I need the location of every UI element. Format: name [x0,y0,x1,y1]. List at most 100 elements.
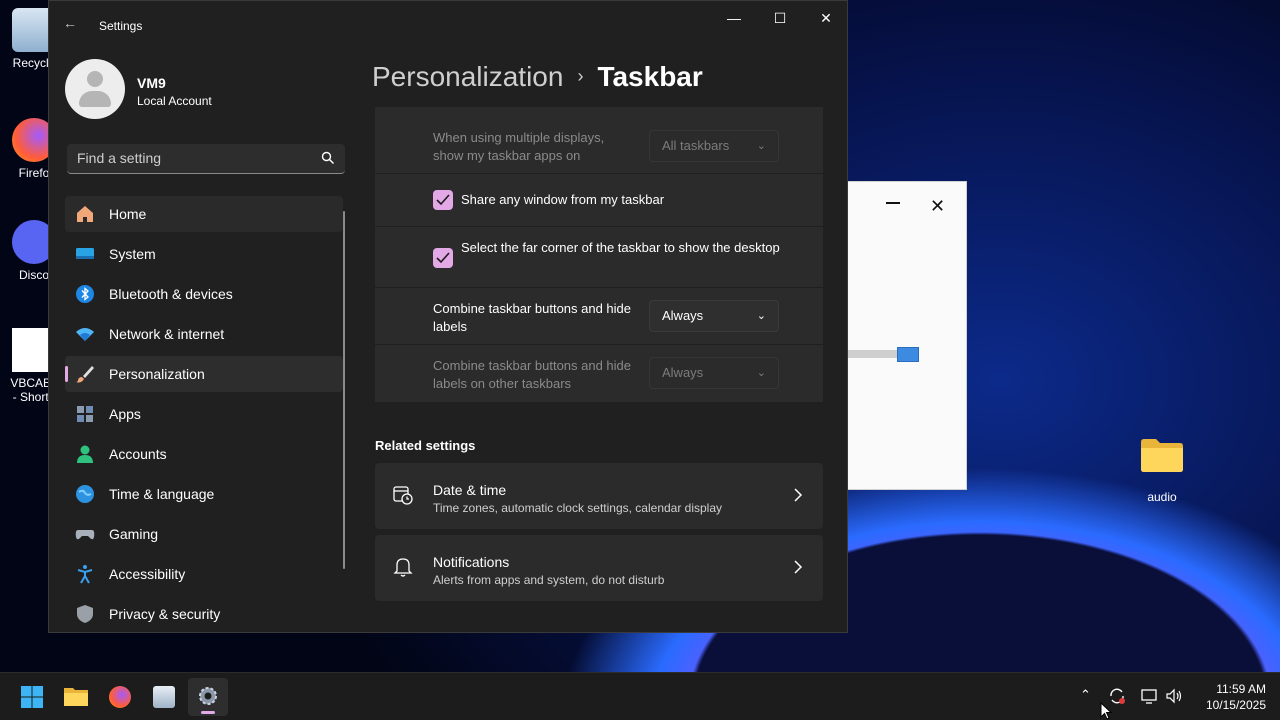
chevron-up-icon[interactable]: ⌃ [1080,687,1091,703]
multiple-displays-dropdown[interactable]: All taskbars ⌄ [649,130,779,162]
taskbar-behaviors-panel: When using multiple displays, show my ta… [375,107,823,402]
taskbar: ⌃ 11:59 AM 10/15/2025 [0,672,1280,720]
profile-name: VM9 [137,75,166,91]
sidebar-item-label: System [109,246,156,262]
breadcrumb: Personalization › Taskbar [372,61,703,93]
accessibility-icon [77,565,93,584]
sidebar-item-personalization[interactable]: Personalization [65,356,343,392]
card-title: Notifications [433,554,510,570]
close-button[interactable]: ✕ [803,7,849,29]
related-settings-heading: Related settings [375,438,476,453]
related-card-date-time[interactable]: Date & time Time zones, automatic clock … [375,463,823,529]
folder-label: audio [1147,490,1177,504]
sidebar-item-label: Apps [109,406,141,422]
card-subtitle: Alerts from apps and system, do not dist… [433,573,665,587]
breadcrumb-parent[interactable]: Personalization [372,61,563,92]
selection-indicator [65,366,68,382]
search-box[interactable] [67,144,345,174]
firefox-icon [109,686,131,708]
sidebar-item-accessibility[interactable]: Accessibility [65,556,343,592]
far-corner-checkbox[interactable] [433,248,453,268]
taskbar-firefox[interactable] [100,678,140,716]
sidebar-item-label: Accounts [109,446,167,462]
sidebar-item-label: Gaming [109,526,159,542]
accounts-icon [77,445,93,463]
system-icon [76,248,94,259]
gamepad-icon [75,530,95,540]
globe-icon [76,485,94,503]
sidebar-item-apps[interactable]: Apps [65,396,343,432]
minimize-button[interactable]: — [711,7,757,29]
dropdown-value: Always [662,365,704,380]
windows-logo-icon [21,686,43,708]
checkmark-icon [436,194,450,206]
sidebar-item-home[interactable]: Home [65,196,343,232]
sidebar-nav: Home System Bluetooth & devices Network … [65,196,343,636]
profile-type: Local Account [137,94,212,108]
combine-buttons-dropdown[interactable]: Always ⌄ [649,300,779,332]
close-icon[interactable]: ✕ [930,196,945,217]
sidebar-item-label: Personalization [109,366,205,382]
sidebar-item-label: Accessibility [109,566,186,582]
avatar[interactable] [65,59,125,119]
maximize-button[interactable]: ☐ [757,7,803,29]
combine-other-dropdown[interactable]: Always ⌄ [649,357,779,389]
breadcrumb-chevron-icon: › [577,66,584,86]
chevron-right-icon [794,488,803,502]
sidebar-item-label: Bluetooth & devices [109,286,233,302]
checkmark-icon [436,252,450,264]
search-input[interactable] [67,144,307,172]
clock[interactable]: 11:59 AM 10/15/2025 [1196,681,1266,713]
sidebar-scrollbar[interactable] [343,211,345,569]
sidebar-item-time-language[interactable]: Time & language [65,476,343,512]
bluetooth-icon [76,285,94,303]
clock-date: 10/15/2025 [1205,698,1266,712]
setting-row-share-window: Share any window from my taskbar [375,174,823,227]
sidebar-item-system[interactable]: System [65,236,343,272]
sidebar-item-gaming[interactable]: Gaming [65,516,343,552]
app-icon [153,686,175,708]
page-title: Taskbar [597,61,703,92]
slider-thumb[interactable] [897,347,919,362]
sidebar-item-bluetooth[interactable]: Bluetooth & devices [65,276,343,312]
window-title: Settings [99,19,143,33]
back-arrow-icon[interactable]: ← [63,15,77,31]
sidebar-item-label: Home [109,206,147,222]
title-bar: ← Settings — ☐ ✕ [49,1,847,41]
sidebar-item-privacy[interactable]: Privacy & security [65,596,343,632]
setting-label: Share any window from my taskbar [461,192,665,207]
taskbar-file-explorer[interactable] [56,678,96,716]
taskbar-app[interactable] [144,678,184,716]
apps-icon [77,406,93,422]
setting-row-combine-buttons: Combine taskbar buttons and hide labels … [375,288,823,345]
taskbar-settings[interactable] [188,678,228,716]
sidebar-item-label: Privacy & security [109,606,221,622]
setting-label: Combine taskbar buttons and hide labels [433,301,632,334]
volume-icon[interactable] [1165,687,1183,705]
card-subtitle: Time zones, automatic clock settings, ca… [433,501,723,515]
setting-label: Select the far corner of the taskbar to … [461,240,780,255]
search-icon[interactable] [321,151,335,165]
related-card-notifications[interactable]: Notifications Alerts from apps and syste… [375,535,823,601]
chevron-down-icon: ⌄ [756,367,766,379]
sidebar-item-network[interactable]: Network & internet [65,316,343,352]
setting-row-combine-other: Combine taskbar buttons and hide labels … [375,345,823,402]
setting-row-far-corner: Select the far corner of the taskbar to … [375,227,823,288]
setting-label: When using multiple displays, show my ta… [433,130,605,163]
start-button[interactable] [12,678,52,716]
minimize-icon[interactable] [886,202,900,204]
setting-label: Combine taskbar buttons and hide labels … [433,358,632,391]
background-window[interactable]: ✕ [848,181,967,490]
calendar-clock-icon [393,486,413,505]
chevron-down-icon: ⌄ [756,310,766,322]
sidebar-item-accounts[interactable]: Accounts [65,436,343,472]
desktop-folder-audio[interactable]: audio [1131,438,1193,504]
home-icon [77,206,93,222]
active-indicator [201,711,215,714]
settings-window: ← Settings — ☐ ✕ VM9 Local Account Home … [48,0,848,633]
share-window-checkbox[interactable] [433,190,453,210]
bell-icon [393,558,413,577]
network-icon[interactable] [1140,687,1158,705]
mouse-cursor-icon [1100,702,1112,720]
card-title: Date & time [433,482,507,498]
